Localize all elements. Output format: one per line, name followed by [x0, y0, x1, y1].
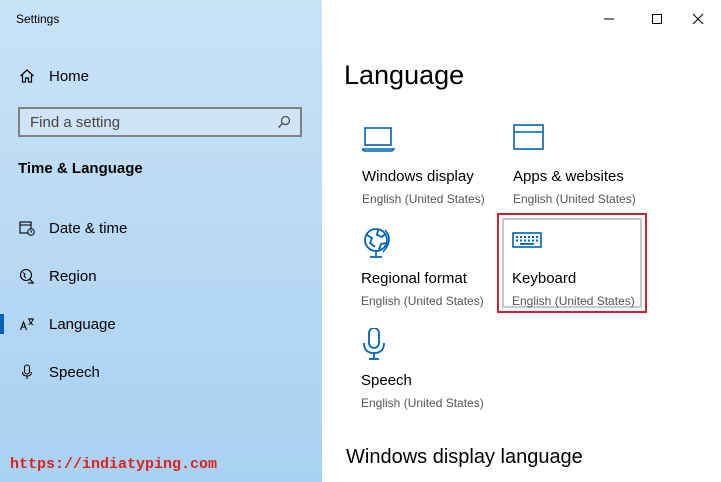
sidebar-item-label: Region — [49, 267, 97, 285]
language-icon — [19, 316, 35, 332]
sidebar-item-language[interactable]: Language — [0, 304, 322, 344]
search-icon[interactable] — [276, 114, 292, 130]
globe-icon — [361, 226, 395, 260]
sidebar-item-region[interactable]: Region — [0, 256, 322, 296]
calendar-clock-icon — [19, 220, 35, 236]
tile-name: Speech — [361, 372, 412, 389]
home-icon — [19, 68, 35, 84]
window-icon — [513, 124, 547, 158]
tile-apps-websites[interactable]: Apps & websites English (United States) — [513, 124, 659, 224]
microphone-icon — [361, 327, 395, 362]
tile-subtitle: English (United States) — [362, 192, 485, 206]
sidebar-item-date-time[interactable]: Date & time — [0, 208, 322, 248]
tile-name: Apps & websites — [513, 168, 624, 185]
search-input[interactable] — [20, 109, 276, 135]
tile-subtitle: English (United States) — [361, 294, 484, 308]
sidebar-item-speech[interactable]: Speech — [0, 352, 322, 392]
page-title: Language — [344, 60, 465, 90]
app-title: Settings — [16, 12, 60, 26]
maximize-button[interactable] — [634, 0, 680, 38]
tile-subtitle: English (United States) — [513, 192, 636, 206]
tile-windows-display[interactable]: Windows display English (United States) — [360, 124, 508, 224]
section-title: Time & Language — [18, 160, 143, 177]
section-heading: Windows display language — [346, 446, 583, 468]
close-button[interactable] — [675, 0, 721, 38]
tile-regional-format[interactable]: Regional format English (United States) — [361, 226, 507, 326]
close-icon — [692, 13, 704, 25]
keyboard-icon — [512, 226, 546, 260]
tile-name: Windows display — [362, 168, 474, 185]
sidebar-item-label: Language — [49, 315, 116, 333]
globe-region-icon — [19, 268, 35, 284]
tile-speech[interactable]: Speech English (United States) — [361, 327, 507, 428]
tile-name: Regional format — [361, 270, 467, 287]
minimize-button[interactable] — [586, 0, 632, 38]
maximize-icon — [652, 14, 662, 24]
sidebar-item-label: Home — [49, 67, 90, 85]
sidebar-item-home[interactable]: Home — [0, 56, 322, 96]
tile-name: Keyboard — [512, 270, 577, 287]
tile-subtitle: English (United States) — [512, 294, 635, 308]
monitor-icon — [360, 124, 396, 158]
watermark-url: https://indiatyping.com — [10, 456, 218, 473]
sidebar-item-label: Date & time — [49, 219, 128, 237]
microphone-icon — [19, 364, 35, 380]
search-box — [18, 107, 302, 137]
tile-keyboard[interactable]: Keyboard English (United States) — [512, 226, 658, 326]
active-indicator — [0, 314, 4, 334]
tile-subtitle: English (United States) — [361, 396, 484, 410]
sidebar: Settings Home Time & Language Date & tim… — [0, 0, 322, 482]
minimize-icon — [604, 18, 614, 20]
sidebar-item-label: Speech — [49, 363, 100, 381]
